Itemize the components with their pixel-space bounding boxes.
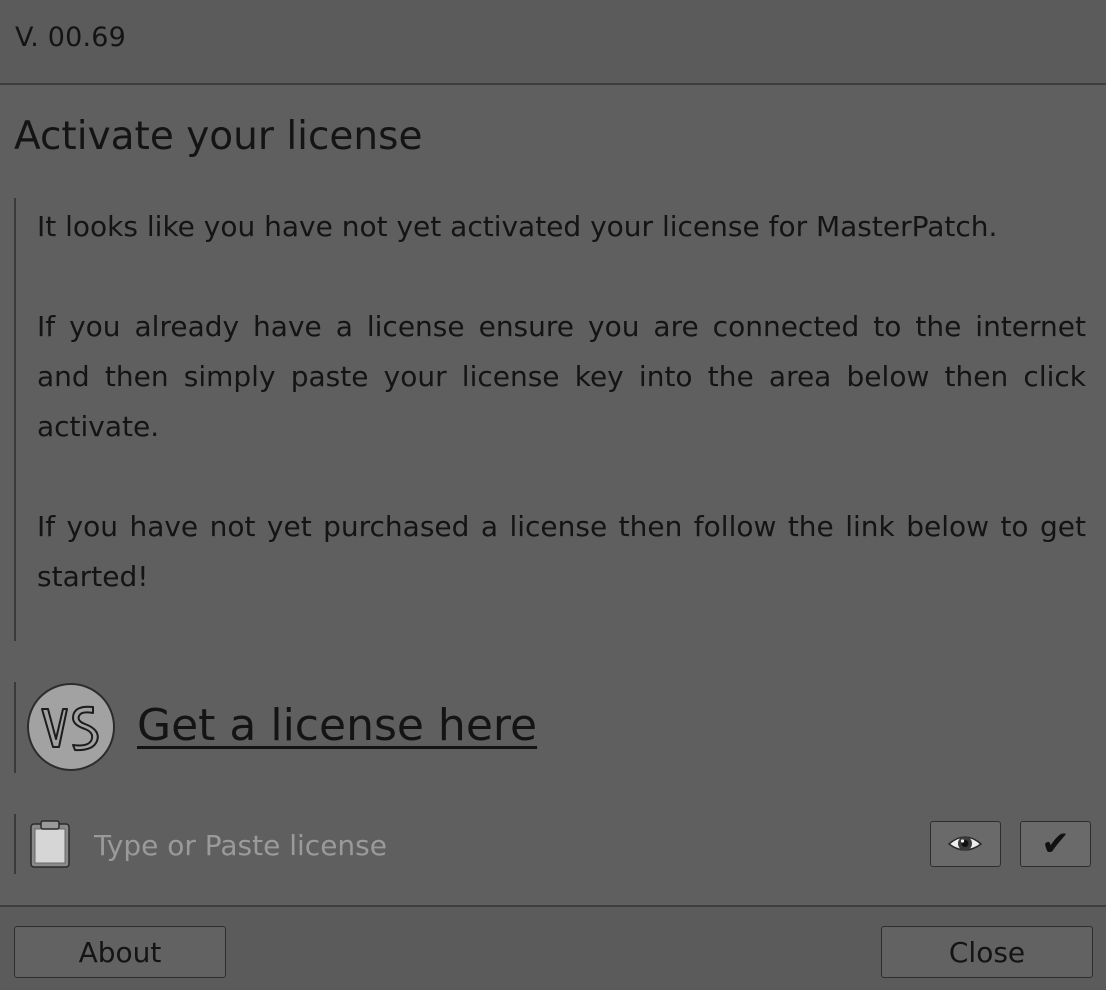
message-paragraph: It looks like you have not yet activated…: [37, 210, 998, 243]
page-title: Activate your license: [14, 114, 423, 159]
checkmark-icon: ✔: [1041, 824, 1070, 864]
message-paragraph: If you already have a license ensure you…: [37, 310, 1086, 443]
get-license-link[interactable]: Get a license here: [137, 700, 537, 751]
clipboard-icon[interactable]: [30, 820, 70, 868]
license-input-row: ✔: [14, 814, 1092, 874]
close-button[interactable]: Close: [881, 926, 1093, 978]
version-label: V. 00.69: [15, 22, 127, 53]
vs-logo-icon[interactable]: [27, 683, 115, 771]
message-paragraph: If you have not yet purchased a license …: [37, 510, 1086, 593]
version-bar: V. 00.69: [0, 0, 1106, 85]
show-license-button[interactable]: [930, 821, 1001, 867]
license-input[interactable]: [94, 822, 894, 868]
about-button[interactable]: About: [14, 926, 226, 978]
footer-bar: About Close: [0, 905, 1106, 990]
eye-icon: [947, 836, 983, 851]
message-block: It looks like you have not yet activated…: [14, 198, 1086, 641]
license-link-row: Get a license here: [14, 682, 714, 773]
license-dialog: V. 00.69 Activate your license It looks …: [0, 0, 1106, 990]
activate-button[interactable]: ✔: [1020, 821, 1091, 867]
